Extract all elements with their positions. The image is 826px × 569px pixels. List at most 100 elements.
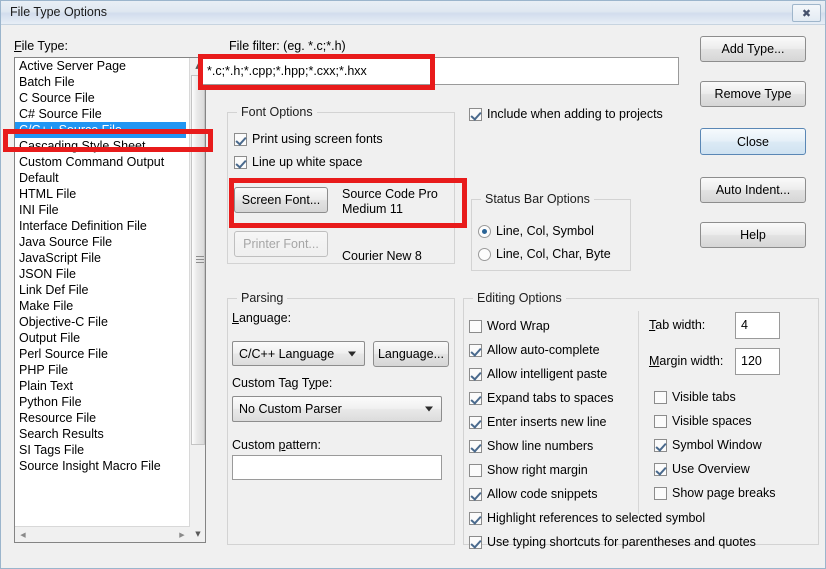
checkbox-box-icon: [234, 132, 247, 146]
file-type-list-item[interactable]: JSON File: [15, 266, 190, 282]
file-type-list-item[interactable]: C/C++ Source File: [15, 122, 186, 138]
file-type-list-item[interactable]: HTML File: [15, 186, 190, 202]
editing-option-left-5[interactable]: Show line numbers: [469, 439, 593, 453]
file-type-list-item[interactable]: Make File: [15, 298, 190, 314]
editing-option-right-3[interactable]: Use Overview: [654, 462, 750, 476]
file-type-list-item[interactable]: Custom Command Output: [15, 154, 190, 170]
checkbox-box-icon: [469, 487, 482, 501]
file-type-list-item[interactable]: Link Def File: [15, 282, 190, 298]
checkbox-box-icon: [469, 107, 482, 121]
custom-tag-type-combobox[interactable]: No Custom Parser: [232, 396, 442, 422]
screen-font-button-label: Screen Font...: [241, 193, 321, 207]
checkbox-box-icon: [654, 390, 667, 404]
checkbox-label: Symbol Window: [672, 438, 762, 452]
file-type-list-item[interactable]: Interface Definition File: [15, 218, 190, 234]
status-bar-options-title: Status Bar Options: [481, 192, 594, 206]
scroll-left-arrow-icon[interactable]: ◀: [15, 527, 31, 542]
printer-font-button: Printer Font...: [234, 231, 328, 257]
close-button[interactable]: Close: [700, 128, 806, 155]
status-bar-option-line-col-symbol[interactable]: Line, Col, Symbol: [478, 224, 594, 238]
editing-option-right-2[interactable]: Symbol Window: [654, 438, 762, 452]
checkbox-label: Show line numbers: [487, 439, 594, 453]
tab-width-label: Tab width:: [649, 318, 706, 332]
file-type-label: File Type:: [14, 39, 68, 53]
status-bar-option-line-col-char-byte[interactable]: Line, Col, Char, Byte: [478, 247, 611, 261]
margin-width-input[interactable]: 120: [735, 348, 780, 375]
auto-indent-button-label: Auto Indent...: [715, 183, 791, 197]
file-type-list-item[interactable]: C# Source File: [15, 106, 190, 122]
checkbox-label: Word Wrap: [487, 319, 550, 333]
custom-pattern-label: Custom pattern:: [232, 438, 321, 452]
screen-font-button[interactable]: Screen Font...: [234, 187, 328, 213]
vertical-scroll-thumb[interactable]: [191, 75, 205, 445]
file-type-list-item[interactable]: C Source File: [15, 90, 190, 106]
editing-option-left-7[interactable]: Allow code snippets: [469, 487, 597, 501]
editing-option-right-4[interactable]: Show page breaks: [654, 486, 776, 500]
close-window-button[interactable]: ✖: [792, 4, 821, 22]
custom-pattern-input[interactable]: [232, 455, 442, 480]
checkbox-box-icon: [469, 367, 482, 381]
editing-options-divider: [638, 311, 639, 514]
checkbox-label: Enter inserts new line: [487, 415, 607, 429]
file-type-listbox[interactable]: Active Server Page Batch File C Source Fil…: [14, 57, 206, 543]
file-type-list-item[interactable]: Plain Text: [15, 378, 190, 394]
margin-width-label: Margin width:: [649, 354, 724, 368]
file-type-list-item[interactable]: Perl Source File: [15, 346, 190, 362]
language-combobox[interactable]: C/C++ Language: [232, 341, 365, 366]
file-type-list-item[interactable]: Default: [15, 170, 190, 186]
help-button[interactable]: Help: [700, 222, 806, 248]
file-type-list-item[interactable]: Output File: [15, 330, 190, 346]
auto-indent-button[interactable]: Auto Indent...: [700, 177, 806, 203]
file-type-list-item[interactable]: JavaScript File: [15, 250, 190, 266]
print-using-screen-fonts-checkbox[interactable]: Print using screen fonts: [234, 132, 383, 146]
checkbox-box-icon: [654, 486, 667, 500]
editing-option-right-1[interactable]: Visible spaces: [654, 414, 752, 428]
file-type-list-item[interactable]: Objective-C File: [15, 314, 190, 330]
file-type-list-item[interactable]: Python File: [15, 394, 190, 410]
remove-type-button[interactable]: Remove Type: [700, 81, 806, 107]
checkbox-label: Show page breaks: [672, 486, 776, 500]
file-type-horizontal-scrollbar[interactable]: ◀ ▶: [15, 526, 190, 542]
editing-option-left-2[interactable]: Allow intelligent paste: [469, 367, 607, 381]
editing-option-left-6[interactable]: Show right margin: [469, 463, 588, 477]
window-title: File Type Options: [10, 5, 108, 19]
file-type-list-item[interactable]: Active Server Page: [15, 58, 190, 74]
checkbox-label: Visible tabs: [672, 390, 736, 404]
file-type-list-item[interactable]: Java Source File: [15, 234, 190, 250]
custom-tag-type-label: Custom Tag Type:: [232, 376, 333, 390]
add-type-button[interactable]: Add Type...: [700, 36, 806, 62]
checkbox-box-icon: [469, 391, 482, 405]
file-type-list-item[interactable]: INI File: [15, 202, 190, 218]
file-type-vertical-scrollbar[interactable]: ▲ ▼: [189, 58, 205, 542]
editing-option-left-0[interactable]: Word Wrap: [469, 319, 550, 333]
file-type-list-item[interactable]: Batch File: [15, 74, 190, 90]
checkbox-label: Expand tabs to spaces: [487, 391, 614, 405]
checkbox-box-icon: [469, 511, 482, 525]
scroll-right-arrow-icon[interactable]: ▶: [174, 527, 190, 542]
include-when-adding-checkbox[interactable]: Include when adding to projects: [469, 107, 663, 121]
file-type-list-item[interactable]: Resource File: [15, 410, 190, 426]
language-button[interactable]: Language...: [373, 341, 449, 367]
editing-option-full-0[interactable]: Highlight references to selected symbol: [469, 511, 705, 525]
editing-option-left-1[interactable]: Allow auto-complete: [469, 343, 600, 357]
checkbox-box-icon: [469, 319, 482, 333]
editing-option-full-1[interactable]: Use typing shortcuts for parentheses and…: [469, 535, 756, 549]
file-filter-input[interactable]: *.c;*.h;*.cpp;*.hpp;*.cxx;*.hxx: [201, 57, 679, 85]
line-up-white-space-checkbox[interactable]: Line up white space: [234, 155, 363, 169]
editing-option-left-4[interactable]: Enter inserts new line: [469, 415, 607, 429]
checkbox-box-icon: [469, 343, 482, 357]
file-type-list-inner: Active Server Page Batch File C Source Fil…: [15, 58, 190, 542]
tab-width-input[interactable]: 4: [735, 312, 780, 339]
file-type-list-item[interactable]: SI Tags File: [15, 442, 190, 458]
file-type-list-item[interactable]: PHP File: [15, 362, 190, 378]
editing-option-right-0[interactable]: Visible tabs: [654, 390, 736, 404]
file-type-list-item[interactable]: Search Results: [15, 426, 190, 442]
chevron-down-icon: [348, 351, 356, 356]
file-type-list-item[interactable]: Source Insight Macro File: [15, 458, 190, 474]
file-filter-label: File filter: (eg. *.c;*.h): [229, 39, 346, 53]
editing-option-left-3[interactable]: Expand tabs to spaces: [469, 391, 613, 405]
checkbox-box-icon: [654, 462, 667, 476]
file-type-options-dialog: File Type Options ✖ File Type: Active Se…: [0, 0, 826, 569]
scroll-down-arrow-icon[interactable]: ▼: [190, 526, 205, 542]
file-type-list-item[interactable]: Cascading Style Sheet: [15, 138, 190, 154]
